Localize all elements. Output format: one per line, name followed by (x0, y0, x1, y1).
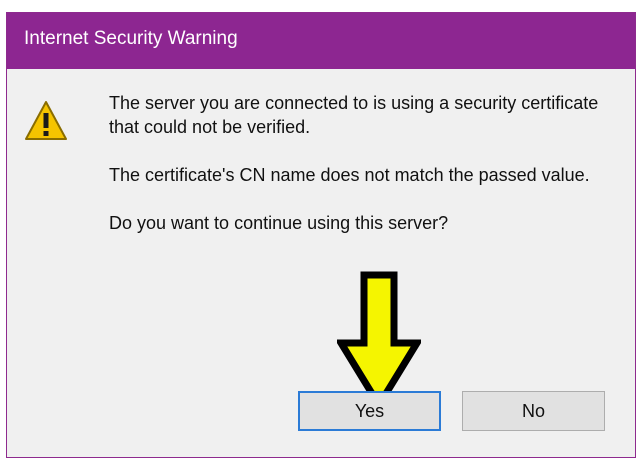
title-bar[interactable]: Internet Security Warning (7, 13, 635, 69)
warning-icon (25, 101, 67, 140)
yes-button[interactable]: Yes (298, 391, 441, 431)
message-line-cn-mismatch: The certificate's CN name does not match… (109, 165, 590, 185)
dialog-title: Internet Security Warning (24, 28, 238, 49)
message-line-certificate: The server you are connected to is using… (109, 93, 599, 137)
message-line-question: Do you want to continue using this serve… (109, 213, 449, 233)
down-arrow-icon (337, 271, 421, 411)
security-warning-dialog: Internet Security Warning The server you… (6, 12, 636, 458)
no-button[interactable]: No (462, 391, 605, 431)
message-body: The server you are connected to is using… (109, 91, 614, 259)
